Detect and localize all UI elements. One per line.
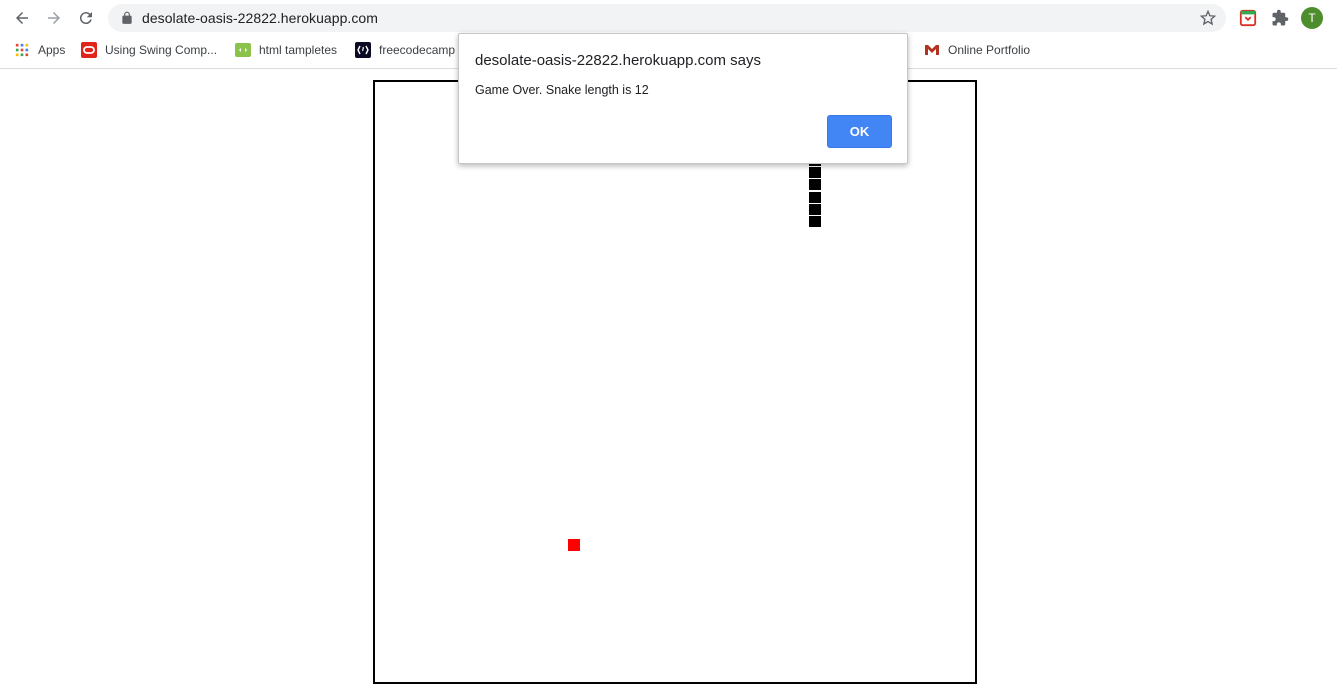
dialog-message: Game Over. Snake length is 12 [475, 83, 649, 97]
bookmark-label: Online Portfolio [948, 43, 1031, 57]
forward-button[interactable] [41, 5, 67, 31]
game-board[interactable] [373, 80, 977, 684]
bookmark-online-portfolio[interactable]: Online Portfolio [924, 38, 1030, 62]
arrow-left-icon [16, 12, 28, 24]
freecodecamp-icon [355, 42, 371, 58]
reload-button[interactable] [73, 5, 99, 31]
snake-segment [809, 179, 821, 191]
pocket-extension-button[interactable] [1238, 8, 1258, 28]
bookmark-label: Apps [38, 43, 66, 57]
bookmark-freecodecamp[interactable]: freecodecamp [355, 38, 455, 62]
reload-icon [79, 12, 92, 25]
bookmark-swing[interactable]: Using Swing Comp... [81, 38, 217, 62]
address-bar[interactable]: desolate-oasis-22822.herokuapp.com [108, 4, 1226, 32]
pocket-icon [1239, 9, 1257, 27]
profile-avatar[interactable]: T [1301, 7, 1323, 29]
snake-segment [809, 191, 821, 203]
dialog-title: desolate-oasis-22822.herokuapp.com says [475, 52, 762, 69]
apps-grid-icon [14, 42, 30, 58]
snake-segment [809, 167, 821, 179]
html-templates-icon [235, 42, 251, 58]
bookmark-label: html tampletes [259, 43, 338, 57]
bookmark-label: freecodecamp [379, 43, 456, 57]
bookmark-label: Using Swing Comp... [105, 43, 218, 57]
puzzle-icon [1272, 9, 1289, 26]
url-text: desolate-oasis-22822.herokuapp.com [142, 10, 378, 26]
lock-icon [122, 11, 132, 24]
food-pellet [568, 539, 580, 551]
back-button[interactable] [9, 5, 35, 31]
oracle-icon [81, 42, 97, 58]
arrow-right-icon [48, 12, 60, 24]
bookmark-html-templates[interactable]: html tampletes [235, 38, 337, 62]
ok-button[interactable]: OK [827, 115, 892, 148]
gmail-icon [924, 42, 940, 58]
bookmark-apps[interactable]: Apps [14, 38, 65, 62]
extensions-button[interactable] [1270, 8, 1290, 28]
snake-segment [809, 203, 821, 215]
browser-toolbar: desolate-oasis-22822.herokuapp.com T [0, 0, 1337, 36]
alert-dialog: desolate-oasis-22822.herokuapp.com says … [458, 33, 908, 164]
snake-segment [809, 216, 821, 227]
star-icon[interactable] [1200, 10, 1216, 26]
